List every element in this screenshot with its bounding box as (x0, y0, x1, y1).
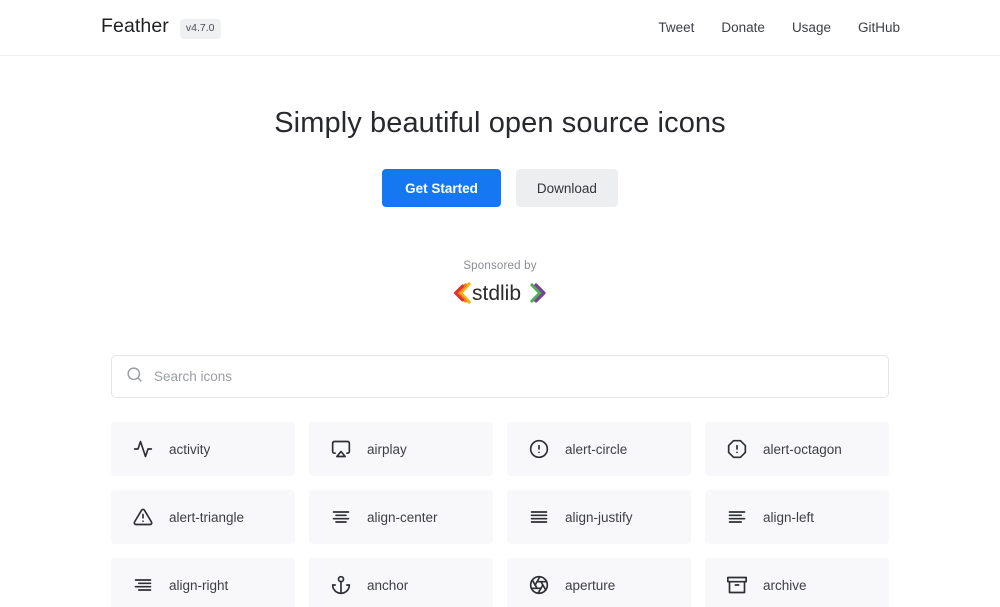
align-justify-icon (529, 507, 549, 527)
icon-card-align-left[interactable]: align-left (705, 490, 889, 544)
icon-card-alert-octagon[interactable]: alert-octagon (705, 422, 889, 476)
align-left-icon (727, 507, 747, 527)
cta-row: Get Started Download (0, 169, 1000, 207)
site-header: Feather v4.7.0 Tweet Donate Usage GitHub (0, 0, 1000, 56)
alert-circle-icon (529, 439, 549, 459)
icon-card-align-center[interactable]: align-center (309, 490, 493, 544)
icon-label: alert-circle (565, 441, 628, 457)
icon-label: anchor (367, 577, 409, 593)
icon-card-alert-circle[interactable]: alert-circle (507, 422, 691, 476)
svg-text:stdlib: stdlib (472, 282, 521, 305)
airplay-icon (331, 439, 351, 459)
icon-card-alert-triangle[interactable]: alert-triangle (111, 490, 295, 544)
hero-section: Simply beautiful open source icons Get S… (0, 56, 1000, 207)
get-started-button[interactable]: Get Started (382, 169, 501, 207)
sponsor-section: Sponsored by stdlib (0, 260, 1000, 311)
alert-triangle-icon (133, 507, 153, 527)
icon-label: align-center (367, 509, 438, 525)
brand-name: Feather (101, 15, 169, 38)
version-badge: v4.7.0 (179, 19, 221, 39)
alert-octagon-icon (727, 439, 747, 459)
search-box[interactable] (111, 355, 889, 398)
aperture-icon (529, 575, 549, 595)
main-nav: Tweet Donate Usage GitHub (658, 20, 900, 35)
search-section (0, 355, 1000, 398)
icon-label: align-justify (565, 509, 633, 525)
icon-card-anchor[interactable]: anchor (309, 558, 493, 607)
nav-link-tweet[interactable]: Tweet (658, 20, 694, 35)
nav-link-github[interactable]: GitHub (858, 20, 900, 35)
icon-label: activity (169, 441, 211, 457)
download-button[interactable]: Download (515, 169, 618, 207)
align-center-icon (331, 507, 351, 527)
sponsor-label: Sponsored by (463, 260, 537, 272)
icon-card-aperture[interactable]: aperture (507, 558, 691, 607)
icon-label: aperture (565, 577, 616, 593)
icon-card-align-justify[interactable]: align-justify (507, 490, 691, 544)
align-right-icon (133, 575, 153, 595)
search-input[interactable] (154, 369, 874, 384)
icon-label: align-right (169, 577, 229, 593)
icon-card-activity[interactable]: activity (111, 422, 295, 476)
search-icon (126, 366, 143, 388)
page-title: Simply beautiful open source icons (274, 107, 726, 139)
nav-link-usage[interactable]: Usage (792, 20, 831, 35)
stdlib-logo[interactable]: stdlib (452, 280, 548, 306)
icon-card-archive[interactable]: archive (705, 558, 889, 607)
archive-icon (727, 575, 747, 595)
icon-card-align-right[interactable]: align-right (111, 558, 295, 607)
icon-label: align-left (763, 509, 815, 525)
icon-grid: activity airplay alert-circle alert-octa… (0, 422, 1000, 607)
icon-label: airplay (367, 441, 407, 457)
icon-label: alert-triangle (169, 509, 245, 525)
nav-link-donate[interactable]: Donate (721, 20, 765, 35)
activity-icon (133, 439, 153, 459)
icon-label: archive (763, 577, 807, 593)
icon-card-airplay[interactable]: airplay (309, 422, 493, 476)
anchor-icon (331, 575, 351, 595)
icon-label: alert-octagon (763, 441, 842, 457)
brand[interactable]: Feather v4.7.0 (101, 15, 221, 40)
